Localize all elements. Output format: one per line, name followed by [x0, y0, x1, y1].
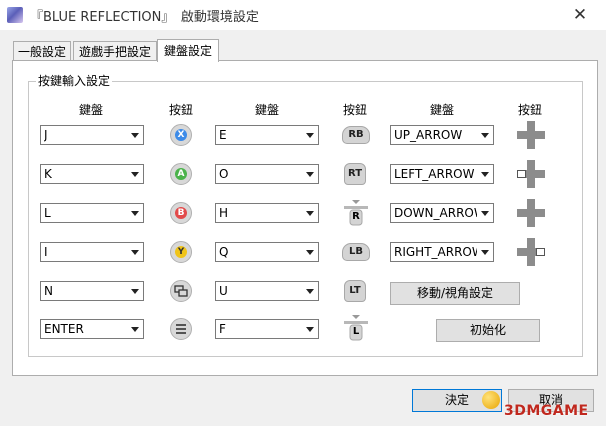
column-header-button-1: 按鈕: [169, 103, 194, 117]
chevron-down-icon[interactable]: [477, 127, 492, 143]
combo-value: LEFT_ARROW: [394, 167, 475, 181]
dpad-left-icon: [517, 160, 545, 188]
combo-value: J: [44, 128, 48, 142]
dpad-down-icon: [517, 199, 545, 227]
key-combo-menu[interactable]: ENTER: [40, 319, 144, 339]
column-header-keyboard-2: 鍵盤: [255, 103, 280, 117]
combo-value: F: [219, 322, 226, 336]
key-combo-view[interactable]: N: [40, 281, 144, 301]
key-combo-dpad-down[interactable]: DOWN_ARROW: [390, 203, 494, 223]
column-header-button-2: 按鈕: [343, 103, 368, 117]
combo-value: O: [219, 167, 229, 181]
chevron-down-icon[interactable]: [302, 244, 317, 260]
right-stick-icon: R: [342, 199, 370, 227]
move-view-settings-button[interactable]: 移動/視角設定: [390, 282, 520, 305]
rb-button-icon: RB: [342, 126, 370, 144]
column-header-button-3: 按鈕: [518, 103, 543, 117]
watermark-badge-icon: [482, 391, 500, 409]
key-combo-lb[interactable]: Q: [215, 242, 319, 262]
key-combo-y[interactable]: I: [40, 242, 144, 262]
combo-value: ENTER: [44, 322, 84, 336]
combo-value: K: [44, 167, 52, 181]
key-combo-rt[interactable]: O: [215, 164, 319, 184]
chevron-down-icon[interactable]: [477, 244, 492, 260]
key-combo-dpad-left[interactable]: LEFT_ARROW: [390, 164, 494, 184]
key-combo-a[interactable]: K: [40, 164, 144, 184]
window-title: 『BLUE REFLECTION』 啟動環境設定: [30, 10, 259, 25]
chevron-down-icon[interactable]: [127, 321, 142, 337]
y-button-icon: Y: [170, 241, 192, 263]
chevron-down-icon[interactable]: [302, 283, 317, 299]
chevron-down-icon[interactable]: [477, 166, 492, 182]
rt-trigger-icon: RT: [344, 163, 366, 185]
combo-value: U: [219, 284, 228, 298]
combo-value: UP_ARROW: [394, 128, 463, 142]
chevron-down-icon[interactable]: [302, 127, 317, 143]
key-combo-dpad-right[interactable]: RIGHT_ARROW: [390, 242, 494, 262]
chevron-down-icon[interactable]: [302, 205, 317, 221]
lb-button-icon: LB: [342, 243, 370, 261]
key-combo-rb[interactable]: E: [215, 125, 319, 145]
b-button-icon: B: [170, 202, 192, 224]
tab-general[interactable]: 一般設定: [13, 41, 71, 61]
dpad-right-icon: [517, 238, 545, 266]
close-button[interactable]: ✕: [560, 4, 600, 26]
key-combo-lt[interactable]: U: [215, 281, 319, 301]
lt-trigger-icon: LT: [344, 280, 366, 302]
chevron-down-icon[interactable]: [127, 166, 142, 182]
chevron-down-icon[interactable]: [127, 283, 142, 299]
view-button-icon: [170, 280, 192, 302]
key-combo-dpad-up[interactable]: UP_ARROW: [390, 125, 494, 145]
combo-value: H: [219, 206, 229, 220]
combo-value: Q: [219, 245, 229, 259]
combo-value: L: [44, 206, 51, 220]
combo-value: E: [219, 128, 227, 142]
watermark-text: 3DMGAME: [504, 403, 589, 419]
chevron-down-icon[interactable]: [302, 321, 317, 337]
key-combo-right-stick[interactable]: H: [215, 203, 319, 223]
combo-value: DOWN_ARROW: [394, 206, 480, 220]
key-combo-x[interactable]: J: [40, 125, 144, 145]
dpad-up-icon: [517, 121, 545, 149]
menu-button-icon: [170, 318, 192, 340]
column-header-keyboard-1: 鍵盤: [79, 103, 104, 117]
x-button-icon: X: [170, 124, 192, 146]
chevron-down-icon[interactable]: [127, 127, 142, 143]
left-stick-icon: L: [342, 314, 370, 342]
groupbox-title: 按鍵輸入設定: [36, 72, 113, 89]
chevron-down-icon[interactable]: [302, 166, 317, 182]
combo-value: I: [44, 245, 48, 259]
combo-value: RIGHT_ARROW: [394, 245, 480, 259]
tab-keyboard[interactable]: 鍵盤設定: [157, 39, 219, 62]
app-icon: [7, 7, 23, 23]
key-combo-left-stick[interactable]: F: [215, 319, 319, 339]
titlebar: 『BLUE REFLECTION』 啟動環境設定 ✕: [0, 0, 606, 30]
a-button-icon: A: [170, 163, 192, 185]
chevron-down-icon[interactable]: [477, 205, 492, 221]
reset-button[interactable]: 初始化: [436, 319, 540, 342]
chevron-down-icon[interactable]: [127, 205, 142, 221]
key-combo-b[interactable]: L: [40, 203, 144, 223]
column-header-keyboard-3: 鍵盤: [430, 103, 455, 117]
tab-gamepad[interactable]: 遊戲手把設定: [73, 41, 157, 61]
combo-value: N: [44, 284, 53, 298]
chevron-down-icon[interactable]: [127, 244, 142, 260]
